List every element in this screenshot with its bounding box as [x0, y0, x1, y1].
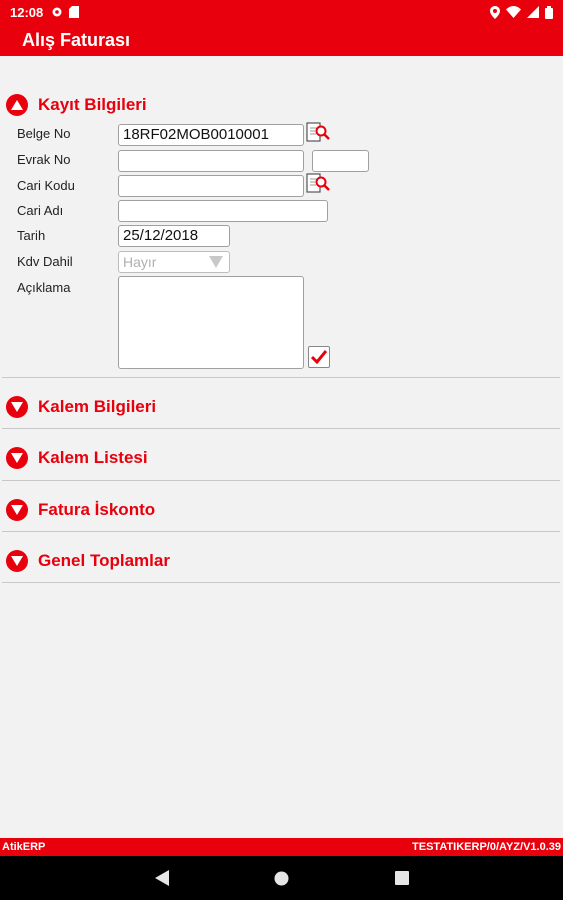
expand-icon: [6, 396, 28, 418]
search-document-icon: [306, 122, 330, 142]
checkmark-icon: [311, 350, 327, 364]
belge-no-lookup-button[interactable]: [306, 122, 330, 144]
section-title: Kayıt Bilgileri: [38, 95, 147, 114]
confirm-button[interactable]: [308, 346, 330, 368]
footer-app-name: AtikERP: [2, 841, 46, 853]
evrak-no-secondary-input[interactable]: [312, 150, 369, 172]
back-icon: [155, 870, 169, 886]
tarih-input[interactable]: 25/12/2018: [118, 225, 230, 247]
belge-no-label: Belge No: [17, 126, 71, 141]
expand-icon: [6, 447, 28, 469]
recents-button[interactable]: [395, 871, 409, 890]
expand-icon: [6, 499, 28, 521]
divider: [2, 531, 560, 532]
battery-icon: [545, 5, 553, 19]
cari-kodu-input[interactable]: [118, 175, 304, 197]
section-kalem-bilgileri[interactable]: Kalem Bilgileri: [6, 396, 156, 418]
sd-card-icon: [69, 6, 80, 18]
cari-kodu-label: Cari Kodu: [17, 178, 75, 193]
dropdown-arrow-icon: [209, 256, 223, 268]
main-content: Kayıt Bilgileri Belge No 18RF02MOB001000…: [0, 56, 563, 838]
back-button[interactable]: [155, 870, 169, 891]
status-bar: 12:08: [0, 0, 563, 24]
cari-adi-input[interactable]: [118, 200, 328, 222]
section-title: Fatura İskonto: [38, 500, 156, 519]
evrak-no-label: Evrak No: [17, 152, 71, 167]
status-time: 12:08: [10, 4, 44, 20]
section-title: Kalem Listesi: [38, 448, 148, 467]
divider: [2, 480, 560, 481]
app-bar: Alış Faturası: [0, 24, 563, 56]
signal-icon: [527, 6, 539, 18]
recents-icon: [395, 871, 409, 885]
section-fatura-iskonto[interactable]: Fatura İskonto: [6, 499, 155, 521]
evrak-no-input[interactable]: [118, 150, 304, 172]
footer-bar: AtikERP TESTATIKERP/0/AYZ/V1.0.39: [0, 838, 563, 856]
section-title: Genel Toplamlar: [38, 551, 170, 570]
navigation-bar: [0, 856, 563, 900]
section-title: Kalem Bilgileri: [38, 397, 157, 416]
divider: [2, 582, 560, 583]
location-icon: [490, 5, 500, 19]
kdv-dahil-select[interactable]: Hayır: [118, 251, 230, 273]
home-button[interactable]: [274, 871, 289, 891]
home-icon: [274, 871, 289, 886]
collapse-icon: [6, 94, 28, 116]
divider: [2, 377, 560, 378]
page-title: Alış Faturası: [22, 29, 131, 50]
search-document-icon: [306, 173, 330, 193]
aciklama-label: Açıklama: [17, 280, 71, 295]
kdv-dahil-value: Hayır: [123, 254, 157, 270]
kdv-dahil-label: Kdv Dahil: [17, 254, 73, 269]
aciklama-textarea[interactable]: [118, 276, 304, 369]
belge-no-input[interactable]: 18RF02MOB0010001: [118, 124, 304, 146]
footer-version: TESTATIKERP/0/AYZ/V1.0.39: [412, 841, 561, 853]
section-genel-toplamlar[interactable]: Genel Toplamlar: [6, 550, 170, 572]
wifi-icon: [506, 6, 521, 18]
gear-icon: [52, 7, 62, 17]
section-kayit-bilgileri[interactable]: Kayıt Bilgileri: [6, 94, 147, 116]
cari-adi-label: Cari Adı: [17, 203, 64, 218]
cari-kodu-lookup-button[interactable]: [306, 173, 330, 195]
divider: [2, 428, 560, 429]
tarih-label: Tarih: [17, 228, 46, 243]
section-kalem-listesi[interactable]: Kalem Listesi: [6, 447, 148, 469]
expand-icon: [6, 550, 28, 572]
